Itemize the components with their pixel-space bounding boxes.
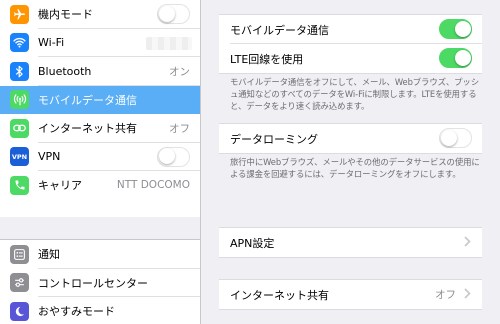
toggle-knob [158,148,175,164]
vpn-icon: VPN [10,147,29,167]
sidebar-item-notifications[interactable]: 通知 [0,240,200,269]
sidebar-item-label: Bluetooth [38,64,92,78]
chevron-right-icon [464,236,471,247]
sidebar-item-label: おやすみモード [38,305,115,319]
personal-hotspot-icon [10,118,29,138]
personal-hotspot-status: オフ [169,122,190,135]
settings-sidebar: 機内モード Wi-Fi Bluetooth オン モバイルデータ通信 インターネ… [0,0,201,324]
data-roaming-label: データローミング [230,132,318,146]
cellular-data-footnote: モバイルデータ通信をオフにして、メール、Webブラウズ、プッシュ通知などのすべて… [230,77,479,111]
sidebar-item-bluetooth[interactable]: Bluetooth オン [0,57,200,86]
sidebar-item-airplane-mode[interactable]: 機内モード [0,0,200,29]
sidebar-item-label: インターネット共有 [38,122,137,136]
toggle-knob [158,5,175,22]
cellular-data-toggle[interactable] [439,19,472,39]
sidebar-item-label: VPN [38,150,61,164]
cellular-icon [10,90,29,110]
control-center-icon [10,273,29,293]
sidebar-item-cellular[interactable]: モバイルデータ通信 [0,85,200,114]
apn-settings-row[interactable]: APN設定 [219,228,482,257]
sidebar-item-label: 通知 [38,248,60,262]
sidebar-item-label: モバイルデータ通信 [38,93,137,107]
sidebar-item-label: 機内モード [38,8,93,22]
sidebar-item-personal-hotspot[interactable]: インターネット共有 オフ [0,114,200,143]
cellular-data-group: モバイルデータ通信 LTE回線を使用 [219,14,482,74]
wifi-icon [10,33,29,53]
sidebar-group-system: 通知 コントロールセンター おやすみモード [0,239,200,324]
apn-settings-label: APN設定 [230,236,275,250]
sidebar-item-label: キャリア [38,179,82,193]
bluetooth-icon [10,61,29,81]
sidebar-item-control-center[interactable]: コントロールセンター [0,268,200,297]
toggle-knob [454,49,471,66]
sidebar-item-carrier[interactable]: キャリア NTT DOCOMO [0,171,200,200]
data-roaming-group: データローミング [219,123,482,154]
carrier-name: NTT DOCOMO [116,179,190,192]
personal-hotspot-row[interactable]: インターネット共有 オフ [219,280,482,309]
phone-icon [10,175,29,195]
toggle-knob [440,129,457,146]
airplane-mode-toggle[interactable] [157,4,190,24]
wifi-network-name-redacted [146,36,192,50]
data-roaming-footnote: 旅行中にWebブラウズ、メールやその他のデータサービスの使用による課金を回避する… [230,157,480,179]
sidebar-group-connectivity: 機内モード Wi-Fi Bluetooth オン モバイルデータ通信 インターネ… [0,0,200,217]
vpn-toggle[interactable] [157,146,190,167]
lte-label: LTE回線を使用 [230,52,304,66]
sidebar-item-label: コントロールセンター [38,276,148,290]
toggle-knob [454,20,471,37]
apn-group: APN設定 [219,227,482,258]
sidebar-item-do-not-disturb[interactable]: おやすみモード [0,297,200,324]
sidebar-item-vpn[interactable]: VPN VPN [0,142,200,171]
lte-row: LTE回線を使用 [219,44,482,73]
bluetooth-status: オン [169,65,190,78]
cellular-detail-pane: モバイルデータ通信 LTE回線を使用 モバイルデータ通信をオフにして、メール、W… [201,0,500,324]
personal-hotspot-value: オフ [435,289,456,301]
cellular-data-row: モバイルデータ通信 [219,15,482,44]
data-roaming-row: データローミング [219,124,482,153]
sidebar-item-wifi[interactable]: Wi-Fi [0,28,200,57]
hotspot-group: インターネット共有 オフ [219,279,482,310]
airplane-icon [10,4,29,24]
personal-hotspot-label: インターネット共有 [230,288,329,302]
notifications-icon [10,244,29,264]
sidebar-item-label: Wi-Fi [38,36,65,50]
chevron-right-icon [464,288,471,299]
cellular-data-label: モバイルデータ通信 [230,23,329,37]
lte-toggle[interactable] [439,48,472,68]
data-roaming-toggle[interactable] [439,128,472,148]
do-not-disturb-icon [10,301,29,321]
